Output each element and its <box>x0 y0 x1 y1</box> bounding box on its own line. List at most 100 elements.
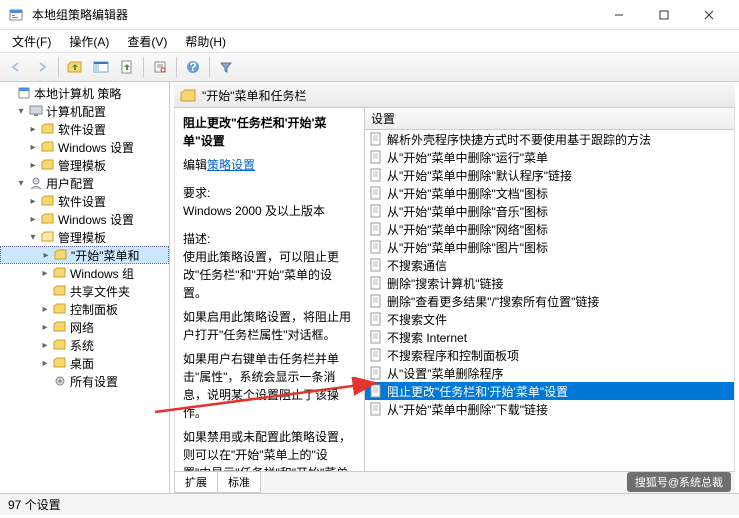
tree-ctrl-panel[interactable]: ▸控制面板 <box>0 300 169 318</box>
folder-icon <box>53 248 69 262</box>
list-item[interactable]: 删除"搜索计算机"链接 <box>365 274 734 292</box>
list-item[interactable]: 删除"查看更多结果"/"搜索所有位置"链接 <box>365 292 734 310</box>
tree-user-win[interactable]: ▸Windows 设置 <box>0 210 169 228</box>
description-p3: 如果用户右键单击任务栏并单击"属性"，系统会显示一条消息，说明某个设置阻止了该操… <box>183 350 356 422</box>
export-button[interactable] <box>115 55 139 79</box>
tree-root[interactable]: 本地计算机 策略 <box>0 84 169 102</box>
up-button[interactable] <box>63 55 87 79</box>
policy-title: 阻止更改"任务栏和'开始'菜单"设置 <box>183 114 356 150</box>
policy-item-icon <box>369 222 383 236</box>
back-button <box>4 55 28 79</box>
policy-item-icon <box>369 330 383 344</box>
help-button[interactable]: ? <box>181 55 205 79</box>
properties-button[interactable] <box>148 55 172 79</box>
nav-tree[interactable]: 本地计算机 策略 ▾计算机配置 ▸软件设置 ▸Windows 设置 ▸管理模板 … <box>0 82 170 493</box>
settings-list[interactable]: 设置 解析外壳程序快捷方式时不要使用基于跟踪的方法从"开始"菜单中删除"运行"菜… <box>365 108 734 471</box>
list-item-label: 不搜索文件 <box>387 311 447 328</box>
policy-item-icon <box>369 186 383 200</box>
menu-file[interactable]: 文件(F) <box>4 31 59 52</box>
tab-extended[interactable]: 扩展 <box>174 472 218 493</box>
policy-item-icon <box>369 168 383 182</box>
folder-icon <box>52 320 68 334</box>
list-item-label: 从"开始"菜单中删除"音乐"图标 <box>387 203 548 220</box>
list-item[interactable]: 解析外壳程序快捷方式时不要使用基于跟踪的方法 <box>365 130 734 148</box>
list-item[interactable]: 从"开始"菜单中删除"网络"图标 <box>365 220 734 238</box>
edit-policy-link[interactable]: 策略设置 <box>207 158 255 172</box>
list-item[interactable]: 不搜索通信 <box>365 256 734 274</box>
tree-user-config[interactable]: ▾用户配置 <box>0 174 169 192</box>
policy-item-icon <box>369 348 383 362</box>
list-item[interactable]: 从"开始"菜单中删除"图片"图标 <box>365 238 734 256</box>
tree-comp-soft[interactable]: ▸软件设置 <box>0 120 169 138</box>
forward-button <box>30 55 54 79</box>
policy-item-icon <box>369 240 383 254</box>
policy-item-icon <box>369 258 383 272</box>
folder-icon <box>180 89 196 103</box>
list-item[interactable]: 从"开始"菜单中删除"运行"菜单 <box>365 148 734 166</box>
list-item[interactable]: 阻止更改"任务栏和'开始'菜单"设置 <box>365 382 734 400</box>
folder-icon <box>40 140 56 154</box>
app-icon <box>8 7 24 23</box>
policy-icon <box>16 86 32 100</box>
minimize-button[interactable] <box>596 1 641 29</box>
policy-item-icon <box>369 402 383 416</box>
tree-system[interactable]: ▸系统 <box>0 336 169 354</box>
folder-icon <box>52 302 68 316</box>
requirement-label: 要求: <box>183 184 356 202</box>
menu-help[interactable]: 帮助(H) <box>177 31 234 52</box>
close-button[interactable] <box>686 1 731 29</box>
policy-item-icon <box>369 312 383 326</box>
list-item-label: 删除"搜索计算机"链接 <box>387 275 504 292</box>
tree-start-menu[interactable]: ▸"开始"菜单和 <box>0 246 169 264</box>
list-item-label: 从"开始"菜单中删除"网络"图标 <box>387 221 548 238</box>
menu-view[interactable]: 查看(V) <box>119 31 175 52</box>
column-header[interactable]: 设置 <box>365 108 734 130</box>
description-p2: 如果启用此策略设置，将阻止用户打开"任务栏属性"对话框。 <box>183 308 356 344</box>
tab-standard[interactable]: 标准 <box>217 472 261 493</box>
tree-shared[interactable]: 共享文件夹 <box>0 282 169 300</box>
svg-text:?: ? <box>189 60 196 74</box>
tree-comp-win[interactable]: ▸Windows 设置 <box>0 138 169 156</box>
list-item[interactable]: 从"开始"菜单中删除"文档"图标 <box>365 184 734 202</box>
policy-item-icon <box>369 150 383 164</box>
list-item-label: 删除"查看更多结果"/"搜索所有位置"链接 <box>387 293 599 310</box>
tree-desktop[interactable]: ▸桌面 <box>0 354 169 372</box>
folder-icon <box>52 356 68 370</box>
tree-network[interactable]: ▸网络 <box>0 318 169 336</box>
watermark: 搜狐号@系统总裁 <box>627 472 731 492</box>
list-item[interactable]: 从"开始"菜单中删除"默认程序"链接 <box>365 166 734 184</box>
tree-computer-config[interactable]: ▾计算机配置 <box>0 102 169 120</box>
title-bar: 本地组策略编辑器 <box>0 0 739 30</box>
requirement-text: Windows 2000 及以上版本 <box>183 202 356 220</box>
list-item[interactable]: 从"设置"菜单删除程序 <box>365 364 734 382</box>
tree-all-settings[interactable]: 所有设置 <box>0 372 169 390</box>
list-item[interactable]: 从"开始"菜单中删除"音乐"图标 <box>365 202 734 220</box>
policy-item-icon <box>369 276 383 290</box>
folder-icon <box>52 284 68 298</box>
filter-button[interactable] <box>214 55 238 79</box>
maximize-button[interactable] <box>641 1 686 29</box>
list-item[interactable]: 不搜索文件 <box>365 310 734 328</box>
folder-icon <box>52 338 68 352</box>
list-item-label: 阻止更改"任务栏和'开始'菜单"设置 <box>387 383 568 400</box>
window-title: 本地组策略编辑器 <box>32 6 596 23</box>
computer-icon <box>28 104 44 118</box>
list-item[interactable]: 从"开始"菜单中删除"下载"链接 <box>365 400 734 418</box>
tree-win-comp[interactable]: ▸Windows 组 <box>0 264 169 282</box>
list-item[interactable]: 不搜索 Internet <box>365 328 734 346</box>
tree-comp-admin[interactable]: ▸管理模板 <box>0 156 169 174</box>
list-item[interactable]: 不搜索程序和控制面板项 <box>365 346 734 364</box>
tree-user-admin[interactable]: ▾管理模板 <box>0 228 169 246</box>
tree-user-soft[interactable]: ▸软件设置 <box>0 192 169 210</box>
list-item-label: 不搜索通信 <box>387 257 447 274</box>
list-item-label: 从"开始"菜单中删除"运行"菜单 <box>387 149 548 166</box>
content-title: "开始"菜单和任务栏 <box>202 87 307 104</box>
description-p4: 如果禁用或未配置此策略设置，则可以在"开始"菜单上的"设置"中显示"任务栏"和"… <box>183 428 356 471</box>
folder-icon <box>40 194 56 208</box>
list-item-label: 从"开始"菜单中删除"文档"图标 <box>387 185 548 202</box>
list-item-label: 从"开始"菜单中删除"图片"图标 <box>387 239 548 256</box>
policy-item-icon <box>369 294 383 308</box>
list-item-label: 不搜索程序和控制面板项 <box>387 347 519 364</box>
show-hide-tree-button[interactable] <box>89 55 113 79</box>
menu-action[interactable]: 操作(A) <box>61 31 117 52</box>
